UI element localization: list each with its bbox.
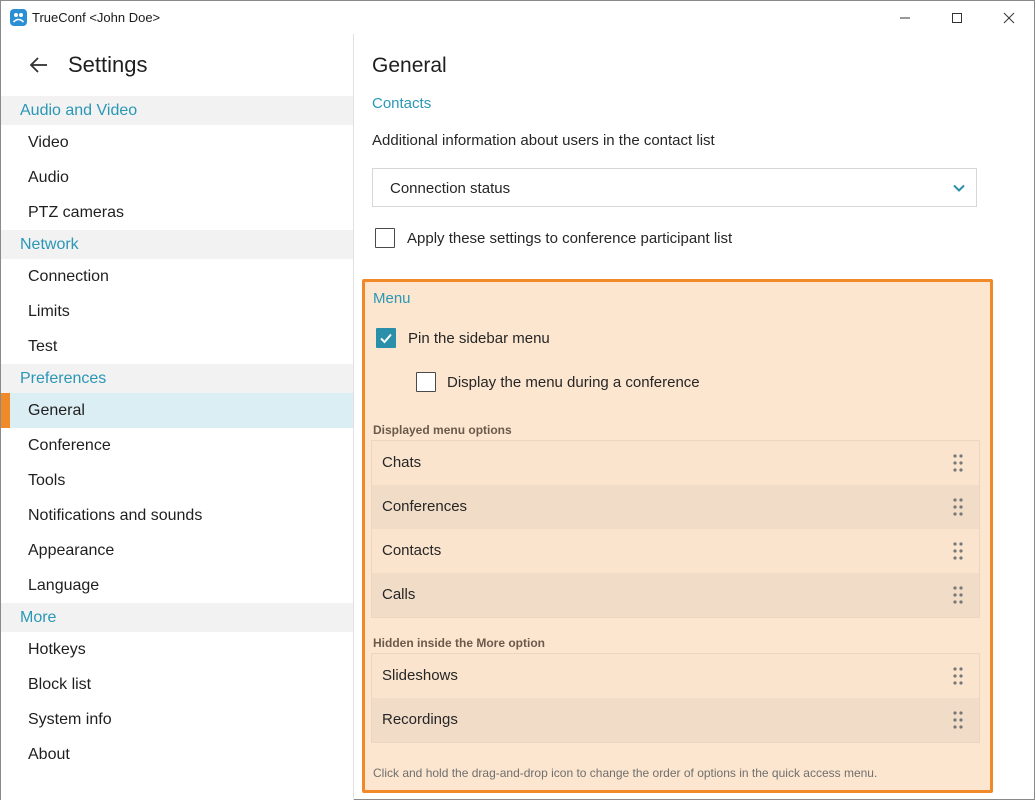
checkmark-icon (380, 333, 392, 344)
option-label: Calls (382, 586, 416, 603)
sidebar-item-general[interactable]: General (1, 393, 353, 428)
contact-info-dropdown-value: Connection status (390, 180, 511, 197)
list-item-conferences[interactable]: Conferences (372, 485, 979, 529)
sidebar-group-preferences: Preferences (1, 364, 353, 393)
close-button[interactable] (986, 1, 1032, 34)
apply-participants-label[interactable]: Apply these settings to conference parti… (407, 230, 732, 247)
display-menu-conference-checkbox[interactable] (416, 372, 436, 392)
option-label: Chats (382, 454, 422, 471)
option-label: Recordings (382, 711, 458, 728)
menu-settings-section: Menu Pin the sidebar menu Display the me… (362, 279, 993, 793)
sidebar-item-appearance[interactable]: Appearance (1, 533, 353, 568)
drag-handle-icon[interactable] (953, 586, 963, 604)
arrow-left-icon (29, 57, 47, 73)
sidebar-item-video[interactable]: Video (1, 125, 353, 160)
sidebar-group-audio-video: Audio and Video (1, 96, 353, 125)
general-settings-panel: General Contacts Additional information … (354, 34, 1034, 800)
drag-handle-icon[interactable] (953, 667, 963, 685)
list-item-calls[interactable]: Calls (372, 573, 979, 617)
sidebar-nav: Audio and Video Video Audio PTZ cameras … (1, 96, 353, 772)
sidebar-item-connection[interactable]: Connection (1, 259, 353, 294)
sidebar-item-test[interactable]: Test (1, 329, 353, 364)
maximize-icon (952, 12, 962, 23)
sidebar-item-about[interactable]: About (1, 737, 353, 772)
contact-info-dropdown[interactable]: Connection status (372, 168, 977, 207)
sidebar-group-network: Network (1, 230, 353, 259)
contacts-description: Additional information about users in th… (372, 132, 715, 149)
title-bar[interactable]: TrueConf <John Doe> (1, 1, 1034, 34)
sidebar-item-notifications-sounds[interactable]: Notifications and sounds (1, 498, 353, 533)
list-item-contacts[interactable]: Contacts (372, 529, 979, 573)
menu-section-heading: Menu (373, 290, 411, 307)
sidebar-group-more: More (1, 603, 353, 632)
hidden-options-heading: Hidden inside the More option (373, 636, 545, 650)
drag-drop-hint: Click and hold the drag-and-drop icon to… (373, 766, 878, 780)
minimize-button[interactable] (882, 1, 928, 34)
sidebar-item-language[interactable]: Language (1, 568, 353, 603)
contacts-section-heading: Contacts (372, 95, 432, 112)
app-window: TrueConf <John Doe> Settings Audio and V… (0, 0, 1035, 800)
drag-handle-icon[interactable] (953, 454, 963, 472)
displayed-options-list: Chats Conferences Contacts Calls (371, 440, 980, 618)
option-label: Contacts (382, 542, 442, 559)
maximize-button[interactable] (934, 1, 980, 34)
option-label: Conferences (382, 498, 468, 515)
sidebar-header: Settings (1, 34, 353, 96)
settings-sidebar: Settings Audio and Video Video Audio PTZ… (1, 34, 353, 800)
minimize-icon (900, 17, 910, 18)
close-icon (1003, 12, 1015, 23)
chevron-down-icon (953, 184, 965, 192)
apply-participants-checkbox[interactable] (375, 228, 395, 248)
back-button[interactable] (28, 54, 50, 76)
drag-handle-icon[interactable] (953, 498, 963, 516)
sidebar-title: Settings (68, 52, 148, 77)
option-label: Slideshows (382, 667, 458, 684)
sidebar-item-audio[interactable]: Audio (1, 160, 353, 195)
page-title: General (372, 54, 447, 77)
sidebar-item-system-info[interactable]: System info (1, 702, 353, 737)
drag-handle-icon[interactable] (953, 711, 963, 729)
pin-sidebar-label[interactable]: Pin the sidebar menu (408, 330, 550, 347)
sidebar-item-conference[interactable]: Conference (1, 428, 353, 463)
sidebar-item-block-list[interactable]: Block list (1, 667, 353, 702)
sidebar-item-ptz-cameras[interactable]: PTZ cameras (1, 195, 353, 230)
list-item-slideshows[interactable]: Slideshows (372, 654, 979, 698)
trueconf-logo-icon (10, 9, 27, 26)
sidebar-item-hotkeys[interactable]: Hotkeys (1, 632, 353, 667)
drag-handle-icon[interactable] (953, 542, 963, 560)
hidden-options-list: Slideshows Recordings (371, 653, 980, 743)
display-menu-conference-label[interactable]: Display the menu during a conference (447, 374, 700, 391)
sidebar-item-tools[interactable]: Tools (1, 463, 353, 498)
window-title: TrueConf <John Doe> (32, 10, 161, 25)
list-item-recordings[interactable]: Recordings (372, 698, 979, 742)
list-item-chats[interactable]: Chats (372, 441, 979, 485)
sidebar-item-limits[interactable]: Limits (1, 294, 353, 329)
displayed-options-heading: Displayed menu options (373, 423, 512, 437)
pin-sidebar-checkbox[interactable] (376, 328, 396, 348)
